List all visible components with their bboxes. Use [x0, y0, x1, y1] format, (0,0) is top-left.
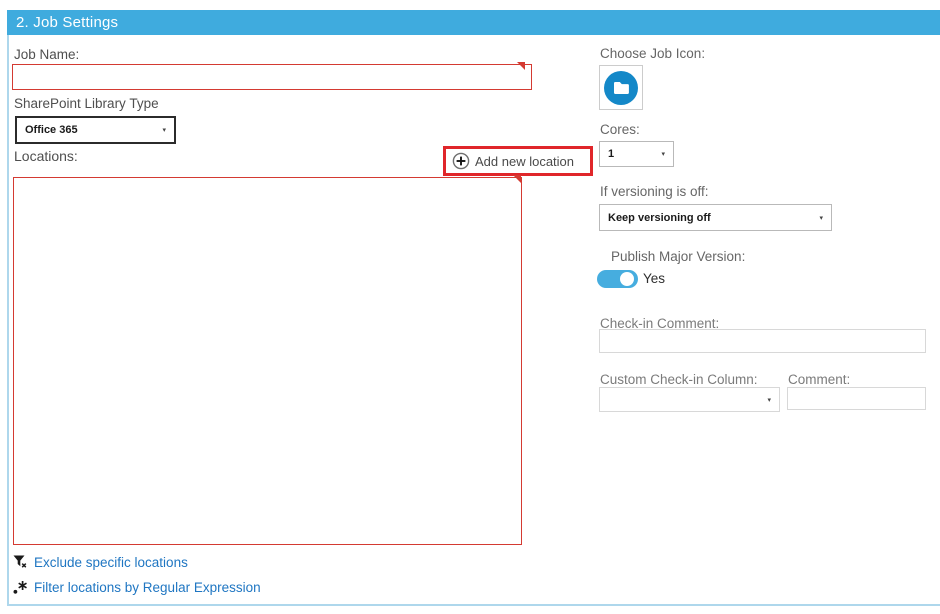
cores-dropdown[interactable]: 1 ▾ [599, 141, 674, 167]
dot-asterisk-icon [13, 580, 29, 595]
add-new-location-button[interactable]: Add new location [443, 146, 593, 176]
chevron-down-icon: ▾ [661, 150, 665, 158]
versioning-label: If versioning is off: [600, 184, 709, 199]
job-icon-button[interactable] [599, 65, 643, 110]
job-settings-page: 2. Job Settings Job Name: SharePoint Lib… [0, 0, 940, 614]
toggle-state-label: Yes [643, 271, 665, 286]
exclude-locations-link[interactable]: Exclude specific locations [13, 555, 188, 570]
library-type-value: Office 365 [25, 124, 78, 136]
cores-value: 1 [608, 148, 614, 160]
filter-x-icon [13, 555, 29, 570]
page-title: 2. Job Settings [16, 14, 118, 31]
chevron-down-icon: ▾ [819, 214, 823, 222]
job-name-input[interactable] [12, 64, 532, 90]
validation-arrow-icon [513, 175, 521, 183]
comment-input[interactable] [787, 387, 926, 410]
regex-filter-label: Filter locations by Regular Expression [34, 580, 261, 595]
folder-icon [603, 70, 639, 106]
custom-checkin-column-label: Custom Check-in Column: [600, 372, 758, 387]
publish-major-version-toggle[interactable] [597, 270, 638, 288]
chevron-down-icon: ▾ [767, 396, 771, 404]
job-name-label: Job Name: [14, 47, 79, 62]
versioning-dropdown[interactable]: Keep versioning off ▾ [599, 204, 832, 231]
locations-label: Locations: [14, 148, 78, 164]
library-type-dropdown[interactable]: Office 365 ▾ [15, 116, 176, 144]
checkin-comment-input[interactable] [599, 329, 926, 353]
versioning-value: Keep versioning off [608, 212, 711, 224]
custom-checkin-column-dropdown[interactable]: ▾ [599, 387, 780, 412]
cores-label: Cores: [600, 122, 640, 137]
library-type-label: SharePoint Library Type [14, 96, 159, 111]
add-new-location-label: Add new location [475, 154, 574, 169]
comment-label: Comment: [788, 372, 850, 387]
publish-major-version-label: Publish Major Version: [611, 249, 745, 264]
choose-job-icon-label: Choose Job Icon: [600, 46, 705, 61]
validation-arrow-icon [517, 62, 525, 70]
locations-list[interactable] [13, 177, 522, 545]
panel-header: 2. Job Settings [7, 10, 940, 35]
plus-circle-icon [452, 152, 470, 170]
chevron-down-icon: ▾ [162, 126, 166, 134]
exclude-locations-label: Exclude specific locations [34, 555, 188, 570]
toggle-knob [620, 272, 634, 286]
regex-filter-link[interactable]: Filter locations by Regular Expression [13, 580, 261, 595]
